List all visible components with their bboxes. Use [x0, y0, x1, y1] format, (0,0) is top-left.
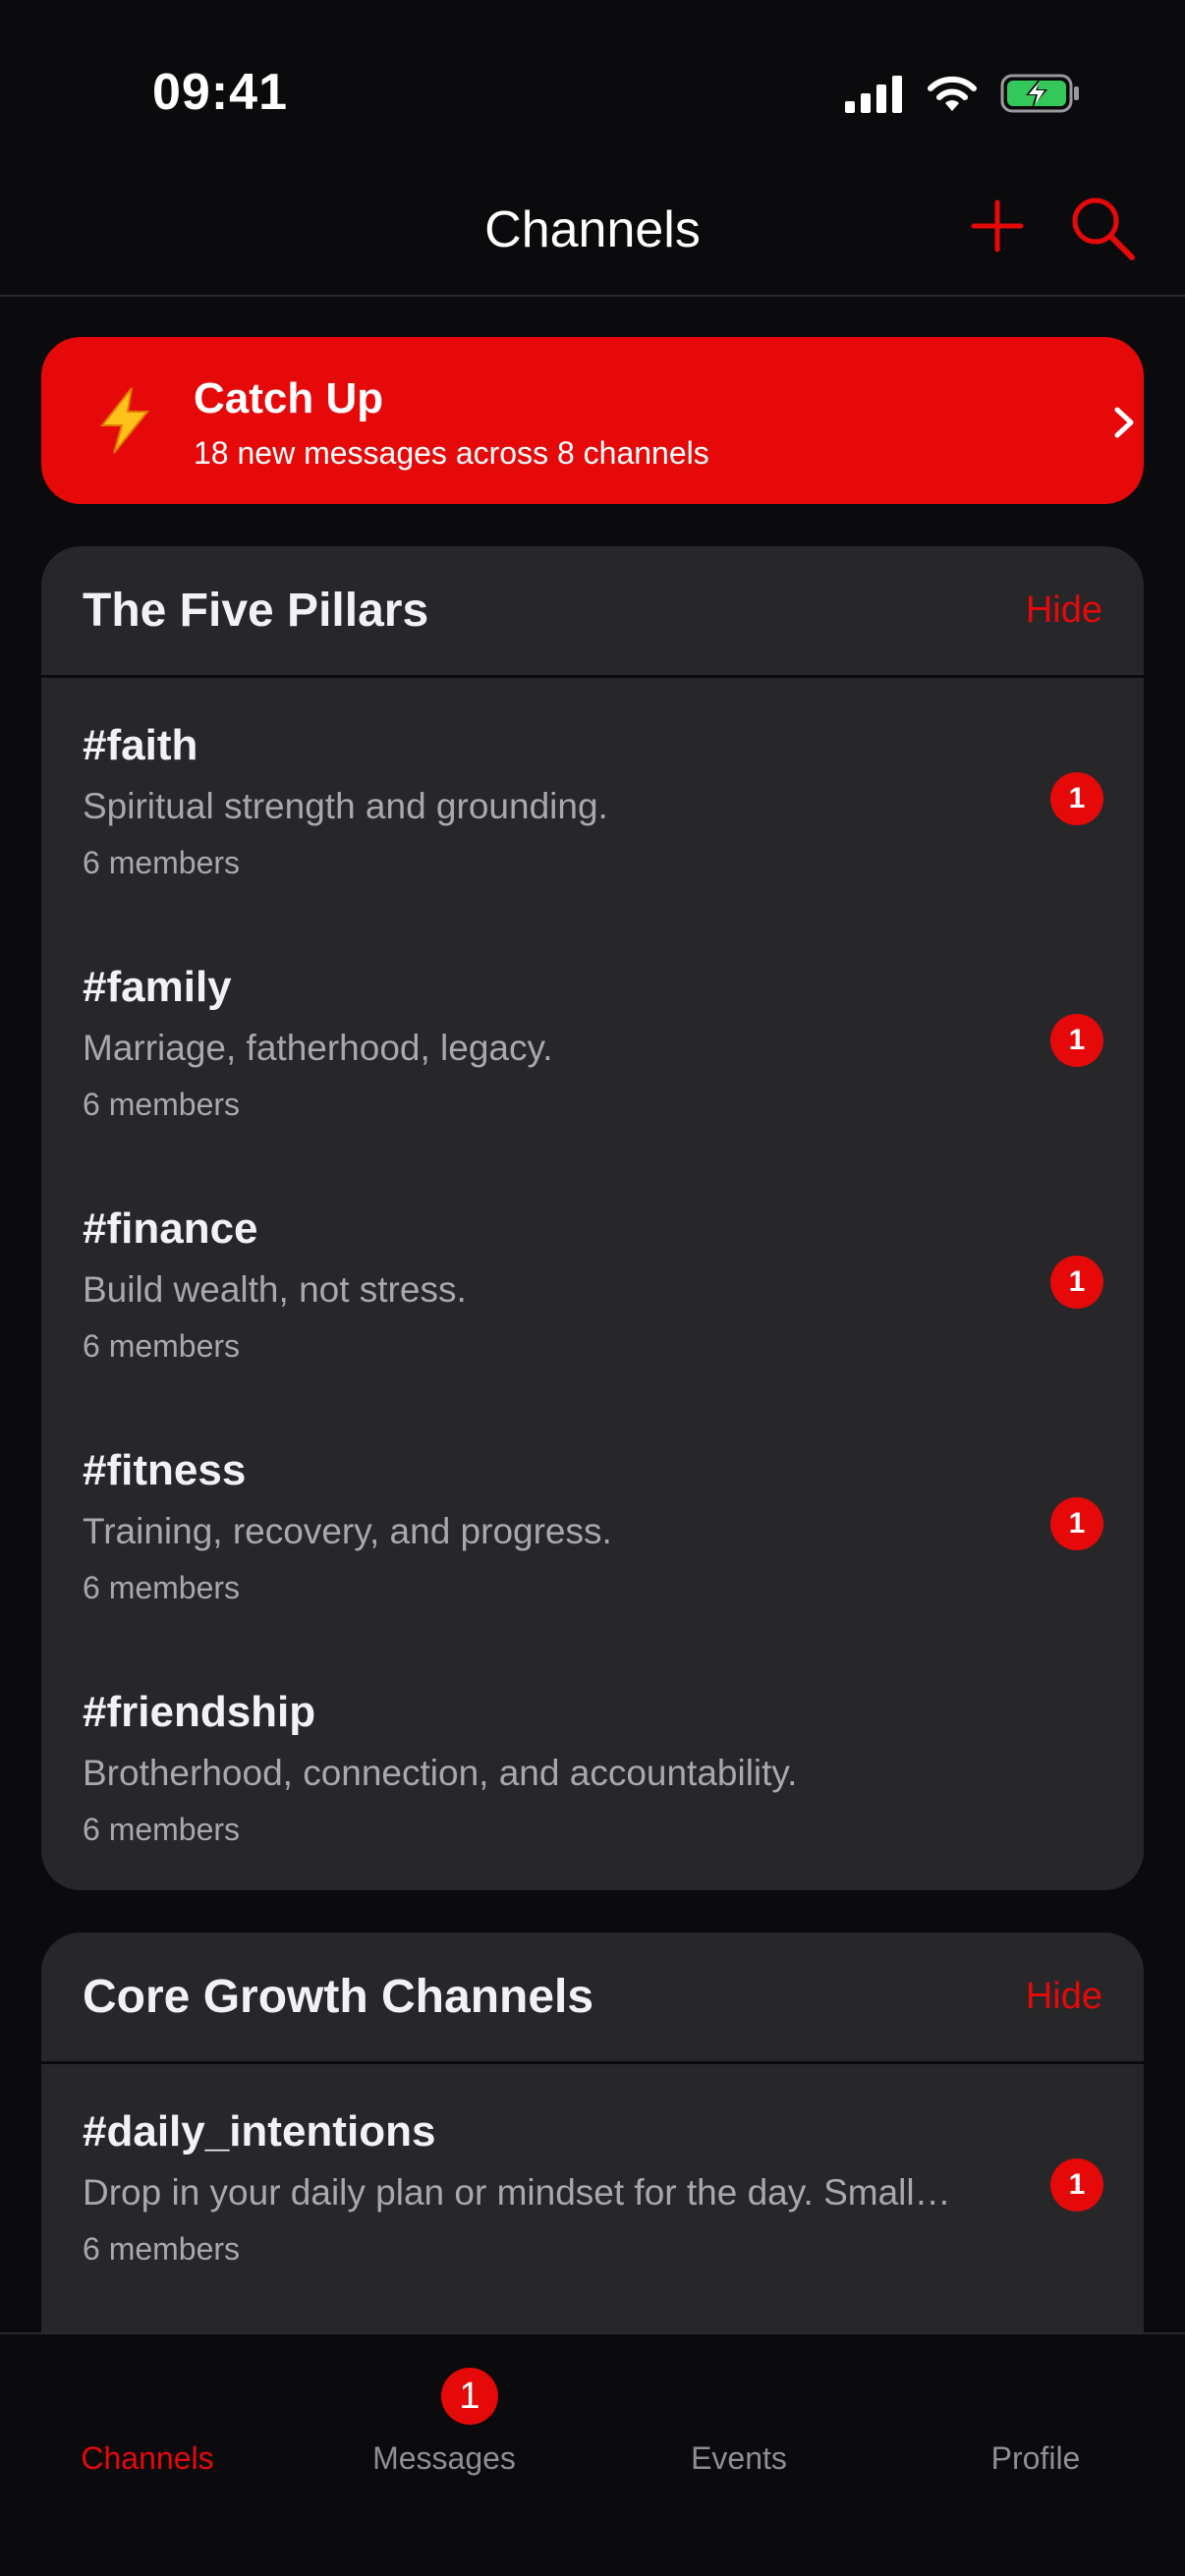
- plus-icon[interactable]: [968, 196, 1027, 255]
- catch-up-title: Catch Up: [194, 374, 384, 422]
- nav-header: Channels: [0, 187, 1185, 297]
- channel-row-daily-intentions[interactable]: #daily_intentions Drop in your daily pla…: [41, 2064, 1144, 2306]
- channel-name: #friendship: [83, 1688, 316, 1736]
- channel-name: #family: [83, 963, 232, 1011]
- tab-messages[interactable]: Messages: [326, 2440, 562, 2477]
- battery-charging-icon: [1000, 74, 1079, 113]
- channel-description: Spiritual strength and grounding.: [83, 786, 608, 826]
- section-five-pillars: The Five Pillars Hide #faith Spiritual s…: [41, 546, 1144, 1890]
- section-title: Core Growth Channels: [83, 1971, 594, 2023]
- channel-members: 6 members: [83, 1087, 241, 1122]
- channel-members: 6 members: [83, 845, 241, 880]
- channel-description: Training, recovery, and progress.: [83, 1511, 612, 1551]
- tab-channels[interactable]: Channels: [29, 2440, 265, 2477]
- channel-name: #faith: [83, 721, 198, 769]
- channel-row-faith[interactable]: #faith Spiritual strength and grounding.…: [41, 678, 1144, 920]
- channel-members: 6 members: [83, 1328, 241, 1364]
- unread-badge: 1: [1050, 772, 1103, 825]
- hide-button[interactable]: Hide: [1026, 589, 1102, 632]
- status-icons: [845, 73, 1081, 114]
- catch-up-banner[interactable]: Catch Up 18 new messages across 8 channe…: [41, 337, 1144, 504]
- catch-up-subtitle: 18 new messages across 8 channels: [194, 435, 709, 471]
- channels-screen: 09:41 Channels Catch Up 18 new messages …: [0, 0, 1185, 2576]
- hide-button[interactable]: Hide: [1026, 1976, 1102, 2018]
- channel-row-friendship[interactable]: #friendship Brotherhood, connection, and…: [41, 1645, 1144, 1886]
- channel-row-fitness[interactable]: #fitness Training, recovery, and progres…: [41, 1403, 1144, 1645]
- channel-name: #fitness: [83, 1446, 247, 1494]
- tab-bar: Channels Messages 1 Events Profile: [0, 2332, 1185, 2576]
- channel-row-family[interactable]: #family Marriage, fatherhood, legacy. 6 …: [41, 920, 1144, 1161]
- unread-badge: 1: [1050, 1014, 1103, 1067]
- section-header: The Five Pillars Hide: [41, 546, 1144, 678]
- chevron-right-icon: [1114, 407, 1134, 438]
- channel-members: 6 members: [83, 1570, 241, 1605]
- channel-description: Marriage, fatherhood, legacy.: [83, 1028, 553, 1068]
- lightning-bolt-icon: [99, 387, 150, 454]
- unread-badge: 1: [1050, 1497, 1103, 1550]
- channel-name: #finance: [83, 1204, 258, 1253]
- channel-members: 6 members: [83, 1812, 241, 1847]
- channel-description: Build wealth, not stress.: [83, 1269, 467, 1310]
- status-time: 09:41: [152, 64, 288, 121]
- status-bar: 09:41: [0, 0, 1185, 187]
- channel-description: Brotherhood, connection, and accountabil…: [83, 1753, 798, 1793]
- search-icon[interactable]: [1069, 195, 1138, 263]
- wifi-icon: [928, 76, 977, 111]
- tab-events[interactable]: Events: [621, 2440, 857, 2477]
- channel-description: Drop in your daily plan or mindset for t…: [83, 2172, 951, 2212]
- section-header: Core Growth Channels Hide: [41, 1932, 1144, 2064]
- section-title: The Five Pillars: [83, 585, 429, 637]
- cellular-signal-icon: [845, 76, 902, 113]
- unread-badge: 1: [1050, 2158, 1103, 2212]
- messages-badge: 1: [441, 2368, 498, 2425]
- channel-row-finance[interactable]: #finance Build wealth, not stress. 6 mem…: [41, 1161, 1144, 1403]
- channel-name: #daily_intentions: [83, 2107, 436, 2156]
- tab-profile[interactable]: Profile: [918, 2440, 1154, 2477]
- unread-badge: 1: [1050, 1256, 1103, 1309]
- channel-members: 6 members: [83, 2231, 241, 2267]
